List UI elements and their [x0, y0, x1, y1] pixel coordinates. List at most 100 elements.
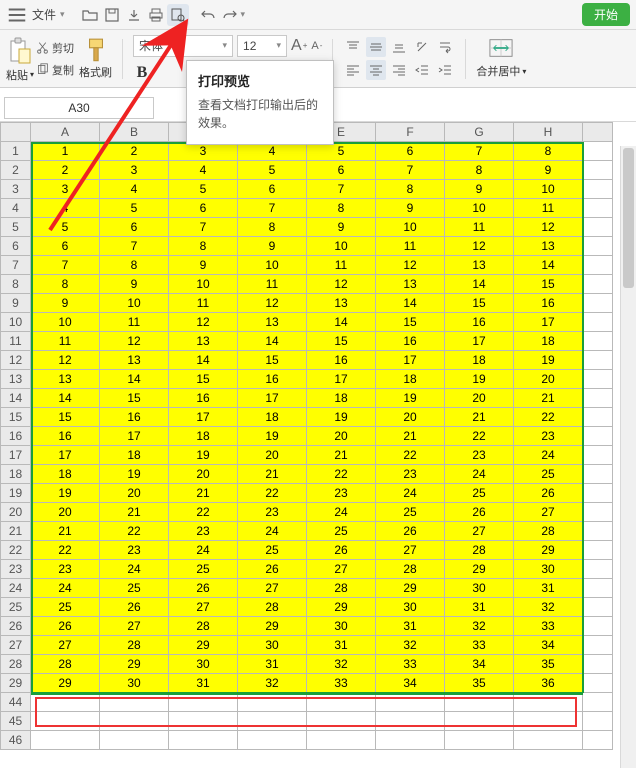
row-header[interactable]: 22 — [1, 541, 31, 560]
row-header[interactable]: 16 — [1, 427, 31, 446]
data-cell[interactable]: 27 — [307, 560, 376, 579]
spreadsheet-grid[interactable]: ABCDEFGH11234567822345678933456789104456… — [0, 122, 636, 750]
font-name-select[interactable]: 宋体▾ — [133, 35, 233, 57]
data-cell[interactable]: 30 — [514, 560, 583, 579]
empty-cell[interactable] — [445, 712, 514, 731]
empty-cell[interactable] — [583, 674, 613, 693]
row-header[interactable]: 27 — [1, 636, 31, 655]
data-cell[interactable]: 20 — [169, 465, 238, 484]
row-header[interactable]: 3 — [1, 180, 31, 199]
data-cell[interactable]: 19 — [376, 389, 445, 408]
empty-cell[interactable] — [583, 275, 613, 294]
data-cell[interactable]: 14 — [445, 275, 514, 294]
data-cell[interactable]: 29 — [100, 655, 169, 674]
empty-cell[interactable] — [100, 731, 169, 750]
empty-cell[interactable] — [583, 522, 613, 541]
data-cell[interactable]: 16 — [31, 427, 100, 446]
row-header[interactable]: 17 — [1, 446, 31, 465]
empty-cell[interactable] — [583, 503, 613, 522]
empty-cell[interactable] — [445, 731, 514, 750]
data-cell[interactable]: 20 — [445, 389, 514, 408]
empty-cell[interactable] — [376, 693, 445, 712]
vertical-scrollbar[interactable] — [620, 146, 636, 768]
row-header[interactable]: 1 — [1, 142, 31, 161]
data-cell[interactable]: 8 — [31, 275, 100, 294]
increase-font-icon[interactable]: A+ — [291, 37, 307, 55]
data-cell[interactable]: 12 — [514, 218, 583, 237]
data-cell[interactable]: 6 — [100, 218, 169, 237]
data-cell[interactable]: 9 — [307, 218, 376, 237]
data-cell[interactable]: 25 — [169, 560, 238, 579]
data-cell[interactable]: 23 — [307, 484, 376, 503]
data-cell[interactable]: 31 — [307, 636, 376, 655]
data-cell[interactable]: 13 — [376, 275, 445, 294]
data-cell[interactable]: 10 — [169, 275, 238, 294]
data-cell[interactable]: 23 — [445, 446, 514, 465]
save-icon[interactable] — [101, 4, 123, 26]
empty-cell[interactable] — [583, 237, 613, 256]
empty-cell[interactable] — [583, 712, 613, 731]
data-cell[interactable]: 26 — [514, 484, 583, 503]
empty-cell[interactable] — [583, 465, 613, 484]
data-cell[interactable]: 32 — [514, 598, 583, 617]
data-cell[interactable]: 10 — [31, 313, 100, 332]
empty-cell[interactable] — [583, 199, 613, 218]
data-cell[interactable]: 9 — [376, 199, 445, 218]
data-cell[interactable]: 4 — [100, 180, 169, 199]
data-cell[interactable]: 25 — [307, 522, 376, 541]
empty-cell[interactable] — [583, 142, 613, 161]
column-header[interactable]: B — [100, 123, 169, 142]
data-cell[interactable]: 22 — [514, 408, 583, 427]
data-cell[interactable]: 11 — [238, 275, 307, 294]
empty-cell[interactable] — [307, 712, 376, 731]
cut-button[interactable]: 剪切 — [36, 39, 74, 57]
empty-cell[interactable] — [238, 712, 307, 731]
data-cell[interactable]: 10 — [514, 180, 583, 199]
data-cell[interactable]: 21 — [100, 503, 169, 522]
data-cell[interactable]: 26 — [31, 617, 100, 636]
data-cell[interactable]: 6 — [238, 180, 307, 199]
data-cell[interactable]: 4 — [31, 199, 100, 218]
data-cell[interactable]: 11 — [514, 199, 583, 218]
data-cell[interactable]: 24 — [238, 522, 307, 541]
data-cell[interactable]: 19 — [445, 370, 514, 389]
data-cell[interactable]: 29 — [376, 579, 445, 598]
row-header[interactable]: 26 — [1, 617, 31, 636]
data-cell[interactable]: 11 — [31, 332, 100, 351]
data-cell[interactable]: 9 — [100, 275, 169, 294]
row-header[interactable]: 19 — [1, 484, 31, 503]
data-cell[interactable]: 7 — [307, 180, 376, 199]
bold-button[interactable]: B — [133, 64, 151, 82]
data-cell[interactable]: 13 — [31, 370, 100, 389]
data-cell[interactable]: 17 — [307, 370, 376, 389]
qat-dropdown-icon[interactable]: ▾ — [241, 9, 246, 20]
data-cell[interactable]: 11 — [376, 237, 445, 256]
data-cell[interactable]: 16 — [238, 370, 307, 389]
data-cell[interactable]: 15 — [307, 332, 376, 351]
empty-cell[interactable] — [376, 731, 445, 750]
data-cell[interactable]: 34 — [376, 674, 445, 693]
data-cell[interactable]: 7 — [445, 142, 514, 161]
row-header[interactable]: 8 — [1, 275, 31, 294]
empty-cell[interactable] — [583, 560, 613, 579]
data-cell[interactable]: 22 — [31, 541, 100, 560]
data-cell[interactable]: 26 — [100, 598, 169, 617]
align-bottom-icon[interactable] — [389, 37, 409, 57]
data-cell[interactable]: 27 — [238, 579, 307, 598]
row-header[interactable]: 29 — [1, 674, 31, 693]
data-cell[interactable]: 7 — [376, 161, 445, 180]
row-header[interactable]: 7 — [1, 256, 31, 275]
data-cell[interactable]: 15 — [169, 370, 238, 389]
data-cell[interactable]: 19 — [31, 484, 100, 503]
data-cell[interactable]: 15 — [445, 294, 514, 313]
data-cell[interactable]: 21 — [238, 465, 307, 484]
data-cell[interactable]: 22 — [169, 503, 238, 522]
data-cell[interactable]: 31 — [514, 579, 583, 598]
empty-cell[interactable] — [583, 180, 613, 199]
data-cell[interactable]: 20 — [514, 370, 583, 389]
data-cell[interactable]: 29 — [445, 560, 514, 579]
empty-cell[interactable] — [583, 579, 613, 598]
column-header[interactable]: G — [445, 123, 514, 142]
data-cell[interactable]: 33 — [445, 636, 514, 655]
empty-cell[interactable] — [583, 332, 613, 351]
